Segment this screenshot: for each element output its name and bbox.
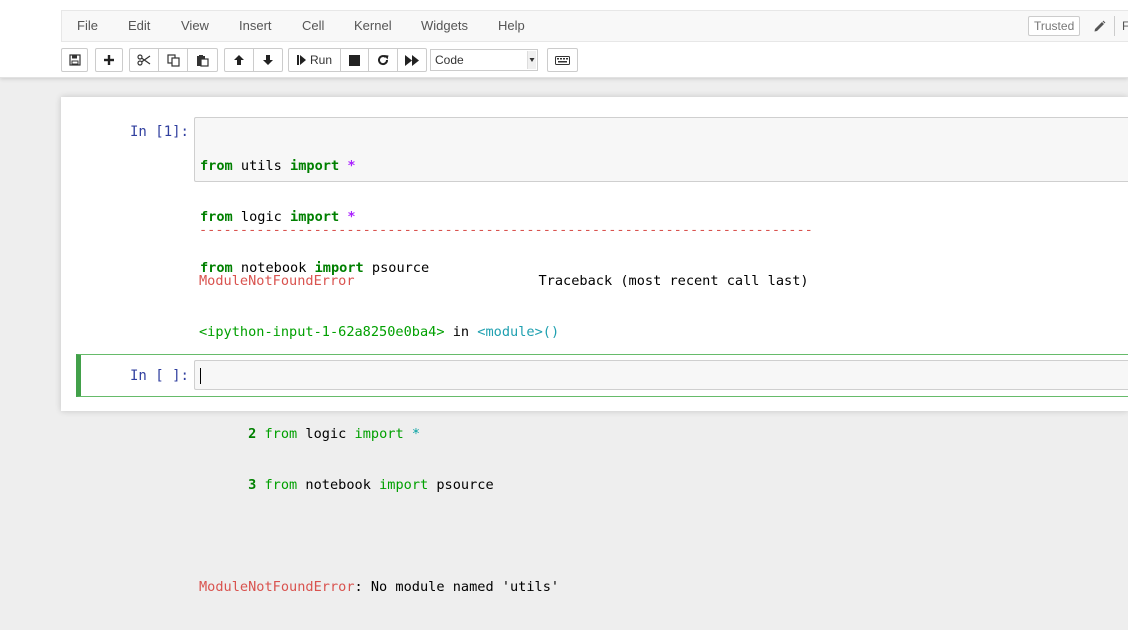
cell-type-select[interactable]: Code [430,49,538,71]
cut-icon [137,54,151,66]
empty-code-input[interactable] [194,360,1128,390]
fast-forward-icon [405,54,419,66]
menu-widgets[interactable]: Widgets [421,11,468,41]
insert-cell-button[interactable] [95,48,123,72]
notebook-header: File Edit View Insert Cell Kernel Widget… [0,0,1128,78]
run-label: Run [309,53,332,67]
step-forward-icon [296,55,306,65]
save-icon [68,54,81,66]
input-prompt-empty: In [ ]: [129,368,189,384]
paste-button[interactable] [187,48,218,72]
save-button[interactable] [61,48,88,72]
restart-run-all-button[interactable] [397,48,427,72]
traceback-header: ModuleNotFoundError Traceback (most recen… [199,273,809,289]
menu-separator [1114,16,1115,36]
move-up-button[interactable] [224,48,254,72]
trusted-indicator[interactable]: Trusted [1028,16,1081,36]
run-button[interactable]: Run [288,48,341,72]
copy-button[interactable] [158,48,188,72]
error-output: ----------------------------------------… [199,188,813,630]
restart-button[interactable] [368,48,398,72]
cut-button[interactable] [129,48,159,72]
notebook-container: In [1]: from utils import * from logic i… [61,97,1128,595]
copy-icon [166,53,180,67]
paste-icon [196,54,209,67]
pencil-icon[interactable] [1092,17,1106,33]
menu-cell[interactable]: Cell [302,11,324,41]
plus-icon [103,54,115,66]
restart-icon [377,54,389,66]
code-line: from utils import * [200,158,356,174]
stop-icon [349,54,360,66]
traceback-line: 3 from notebook import psource [248,477,494,493]
cell-type-value: Code [435,53,464,67]
move-down-button[interactable] [253,48,283,72]
traceback-separator: ----------------------------------------… [199,222,813,238]
arrow-down-icon [262,54,274,66]
menu-view[interactable]: View [181,11,209,41]
menu-file[interactable]: File [77,11,98,41]
arrow-up-icon [233,54,245,66]
menu-bar: File Edit View Insert Cell Kernel Widget… [61,10,1128,42]
input-prompt: In [1]: [129,124,189,140]
text-cursor [200,368,201,384]
traceback-location: <ipython-input-1-62a8250e0ba4> in <modul… [199,324,560,340]
interrupt-button[interactable] [340,48,369,72]
kernel-name-partial[interactable]: F [1122,11,1128,41]
menu-kernel[interactable]: Kernel [354,11,392,41]
chevron-down-icon [527,51,536,69]
command-palette-button[interactable] [547,48,578,72]
traceback-line: 2 from logic import * [248,426,421,442]
keyboard-icon [555,55,570,65]
menu-help[interactable]: Help [498,11,525,41]
menu-edit[interactable]: Edit [128,11,150,41]
error-message: ModuleNotFoundError: No module named 'ut… [199,579,560,595]
menu-insert[interactable]: Insert [239,11,272,41]
